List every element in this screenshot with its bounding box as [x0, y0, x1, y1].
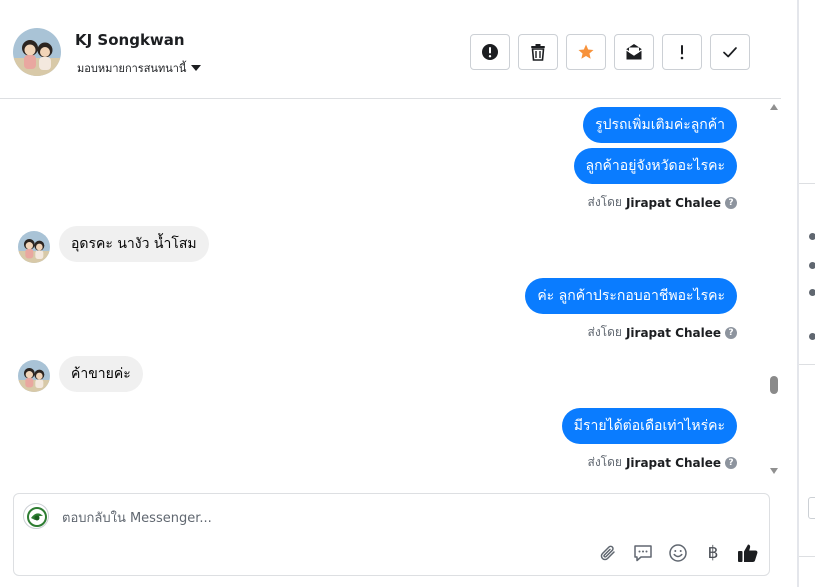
outgoing-message: ค่ะ ลูกค้าประกอบอาชีพอะไรคะ: [525, 278, 737, 314]
incoming-message: อุดรคะ นางัว น้ำโสม: [59, 226, 209, 262]
paperclip-icon: [600, 545, 615, 561]
follow-up-button[interactable]: [662, 34, 702, 70]
open-envelope-icon: [626, 44, 642, 60]
inbox-app: KJ Songkwan มอบหมายการสนทนานี้ รูปรถเพิ่…: [0, 0, 815, 587]
panel-section-divider: [799, 364, 815, 365]
scroll-up-arrow-icon[interactable]: [770, 104, 778, 110]
emoji-icon: [669, 544, 687, 562]
help-icon[interactable]: ?: [725, 456, 737, 469]
page-logo: [23, 503, 49, 529]
composer-toolbar: ฿: [597, 542, 759, 564]
exclamation-circle-icon: [482, 44, 498, 60]
panel-icon: [809, 262, 815, 269]
delete-button[interactable]: [518, 34, 558, 70]
attach-button[interactable]: [597, 542, 619, 564]
caret-down-icon: [191, 65, 202, 71]
help-icon[interactable]: ?: [725, 326, 737, 339]
agent-name: Jirapat Chalee: [625, 455, 721, 470]
panel-icon: [809, 233, 815, 240]
sent-by-info: ส่งโดย Jirapat Chalee ?: [587, 453, 737, 472]
trash-icon: [531, 44, 545, 61]
baht-icon: ฿: [707, 543, 719, 563]
sent-by-label: ส่งโดย: [587, 325, 622, 339]
incoming-message: ค้าขายค่ะ: [59, 356, 143, 392]
star-button[interactable]: [566, 34, 606, 70]
check-icon: [723, 47, 737, 58]
panel-divider: [797, 0, 799, 587]
scrollbar-thumb[interactable]: [770, 376, 778, 394]
contact-avatar[interactable]: [13, 28, 61, 76]
contact-avatar-small: [18, 231, 50, 263]
payment-button[interactable]: ฿: [702, 542, 724, 564]
message-thread: รูปรถเพิ่มเติมค่ะลูกค้า ลูกค้าอยู่จังหวั…: [0, 99, 781, 484]
agent-name: Jirapat Chalee: [625, 325, 721, 340]
contact-name[interactable]: KJ Songkwan: [75, 31, 185, 49]
conversation-header: KJ Songkwan มอบหมายการสนทนานี้: [0, 0, 781, 99]
sent-by-info: ส่งโดย Jirapat Chalee ?: [587, 323, 737, 342]
outgoing-message: รูปรถเพิ่มเติมค่ะลูกค้า: [583, 107, 737, 143]
emoji-button[interactable]: [667, 542, 689, 564]
sent-by-label: ส่งโดย: [587, 195, 622, 209]
sent-by-info: ส่งโดย Jirapat Chalee ?: [587, 193, 737, 212]
saved-replies-button[interactable]: [632, 542, 654, 564]
header-actions: [470, 34, 750, 70]
sent-by-label: ส่งโดย: [587, 455, 622, 469]
panel-icon: [809, 333, 815, 340]
exclamation-icon: [680, 45, 684, 60]
contact-avatar-small: [18, 360, 50, 392]
mark-done-button[interactable]: [710, 34, 750, 70]
panel-section-divider: [799, 183, 815, 184]
contact-details-panel: [781, 0, 815, 587]
spam-button[interactable]: [470, 34, 510, 70]
panel-icon: [809, 289, 815, 296]
outgoing-message: มีรายได้ต่อเดือเท่าไหร่คะ: [561, 408, 737, 444]
reply-input[interactable]: [62, 508, 662, 528]
panel-input[interactable]: [808, 497, 815, 519]
outgoing-message: ลูกค้าอยู่จังหวัดอะไรคะ: [573, 148, 737, 184]
like-button[interactable]: [737, 542, 759, 564]
agent-name: Jirapat Chalee: [625, 195, 721, 210]
assign-conversation-dropdown[interactable]: มอบหมายการสนทนานี้: [77, 59, 202, 77]
reply-composer: ฿: [13, 493, 770, 576]
assign-label: มอบหมายการสนทนานี้: [77, 62, 187, 75]
scroll-down-arrow-icon[interactable]: [770, 468, 778, 474]
saved-reply-icon: [634, 545, 652, 562]
thumbs-up-icon: [738, 544, 758, 562]
star-icon: [578, 44, 594, 59]
panel-section-divider: [799, 556, 815, 557]
help-icon[interactable]: ?: [725, 196, 737, 209]
mark-unread-button[interactable]: [614, 34, 654, 70]
